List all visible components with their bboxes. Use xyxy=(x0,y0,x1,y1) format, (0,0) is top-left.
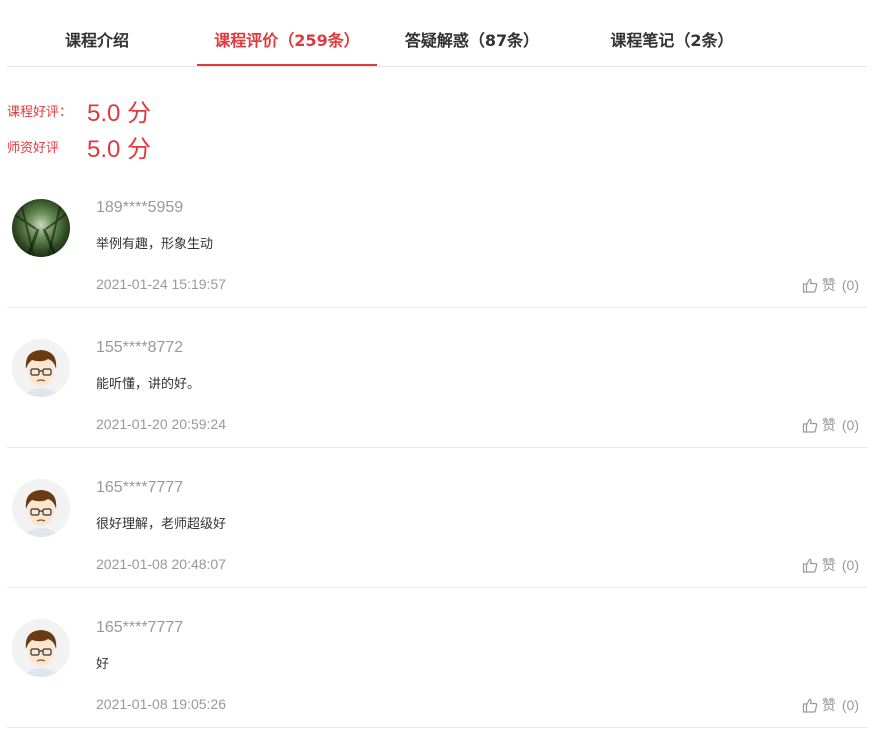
comment-username: 155****8772 xyxy=(96,339,184,356)
comment-item: 165****7777 很好理解，老师超级好 2021-01-08 20:48:… xyxy=(7,449,867,588)
comment-time: 2021-01-20 20:59:24 xyxy=(96,416,226,432)
comment-content: 举例有趣，形象生动 xyxy=(96,237,214,252)
comment-username: 165****7777 xyxy=(96,479,184,496)
like-label: 赞 xyxy=(821,698,836,714)
like-count: (0) xyxy=(841,697,859,713)
thumbs-up-icon xyxy=(802,418,818,433)
avatar[interactable] xyxy=(12,619,70,677)
teacher-rating-row: 师资好评 5.0 分 xyxy=(7,128,151,164)
rating-summary: 课程好评： 5.0 分 师资好评 5.0 分 xyxy=(7,92,151,164)
like-label: 赞 xyxy=(821,558,836,574)
like-label: 赞 xyxy=(821,418,836,434)
tab-course-reviews[interactable]: 课程评价（259条） xyxy=(197,0,377,66)
teacher-rating-label: 师资好评 xyxy=(7,140,60,156)
avatar[interactable] xyxy=(12,339,70,397)
forest-photo-icon xyxy=(12,199,70,257)
avatar[interactable] xyxy=(12,199,70,257)
comment-time: 2021-01-08 20:48:07 xyxy=(96,556,226,572)
like-button[interactable]: 赞 (0) xyxy=(802,555,859,575)
tab-notes[interactable]: 课程笔记（2条） xyxy=(582,0,762,66)
course-rating-label: 课程好评： xyxy=(7,104,73,120)
thumbs-up-icon xyxy=(802,558,818,573)
like-count: (0) xyxy=(841,417,859,433)
comment-item: 155****8772 能听懂，讲的好。 2021-01-20 20:59:24… xyxy=(7,309,867,448)
tab-course-intro[interactable]: 课程介绍 xyxy=(7,0,187,66)
like-label: 赞 xyxy=(821,278,836,294)
tab-bar: 课程介绍 课程评价（259条） 答疑解惑（87条） 课程笔记（2条） xyxy=(7,0,867,67)
comment-content: 很好理解，老师超级好 xyxy=(96,517,227,532)
comment-time: 2021-01-08 19:05:26 xyxy=(96,696,226,712)
comment-time: 2021-01-24 15:19:57 xyxy=(96,276,226,292)
comment-content: 好 xyxy=(96,657,110,672)
like-button[interactable]: 赞 (0) xyxy=(802,275,859,295)
thumbs-up-icon xyxy=(802,698,818,713)
course-rating-row: 课程好评： 5.0 分 xyxy=(7,92,151,128)
comment-username: 165****7777 xyxy=(96,619,184,636)
cartoon-boy-icon xyxy=(12,339,70,397)
comment-item: 165****7777 好 2021-01-08 19:05:26 赞 (0) xyxy=(7,589,867,728)
comment-list: 189****5959 举例有趣，形象生动 2021-01-24 15:19:5… xyxy=(7,168,867,728)
course-rating-value: 5.0 分 xyxy=(87,99,152,127)
cartoon-boy-icon xyxy=(12,479,70,537)
comment-content: 能听懂，讲的好。 xyxy=(96,377,201,392)
comment-item: 189****5959 举例有趣，形象生动 2021-01-24 15:19:5… xyxy=(7,169,867,308)
like-button[interactable]: 赞 (0) xyxy=(802,415,859,435)
like-count: (0) xyxy=(841,277,859,293)
tab-qa[interactable]: 答疑解惑（87条） xyxy=(382,0,562,66)
avatar[interactable] xyxy=(12,479,70,537)
comment-username: 189****5959 xyxy=(96,199,184,216)
teacher-rating-value: 5.0 分 xyxy=(87,135,152,163)
cartoon-boy-icon xyxy=(12,619,70,677)
like-button[interactable]: 赞 (0) xyxy=(802,695,859,715)
like-count: (0) xyxy=(841,557,859,573)
thumbs-up-icon xyxy=(802,278,818,293)
